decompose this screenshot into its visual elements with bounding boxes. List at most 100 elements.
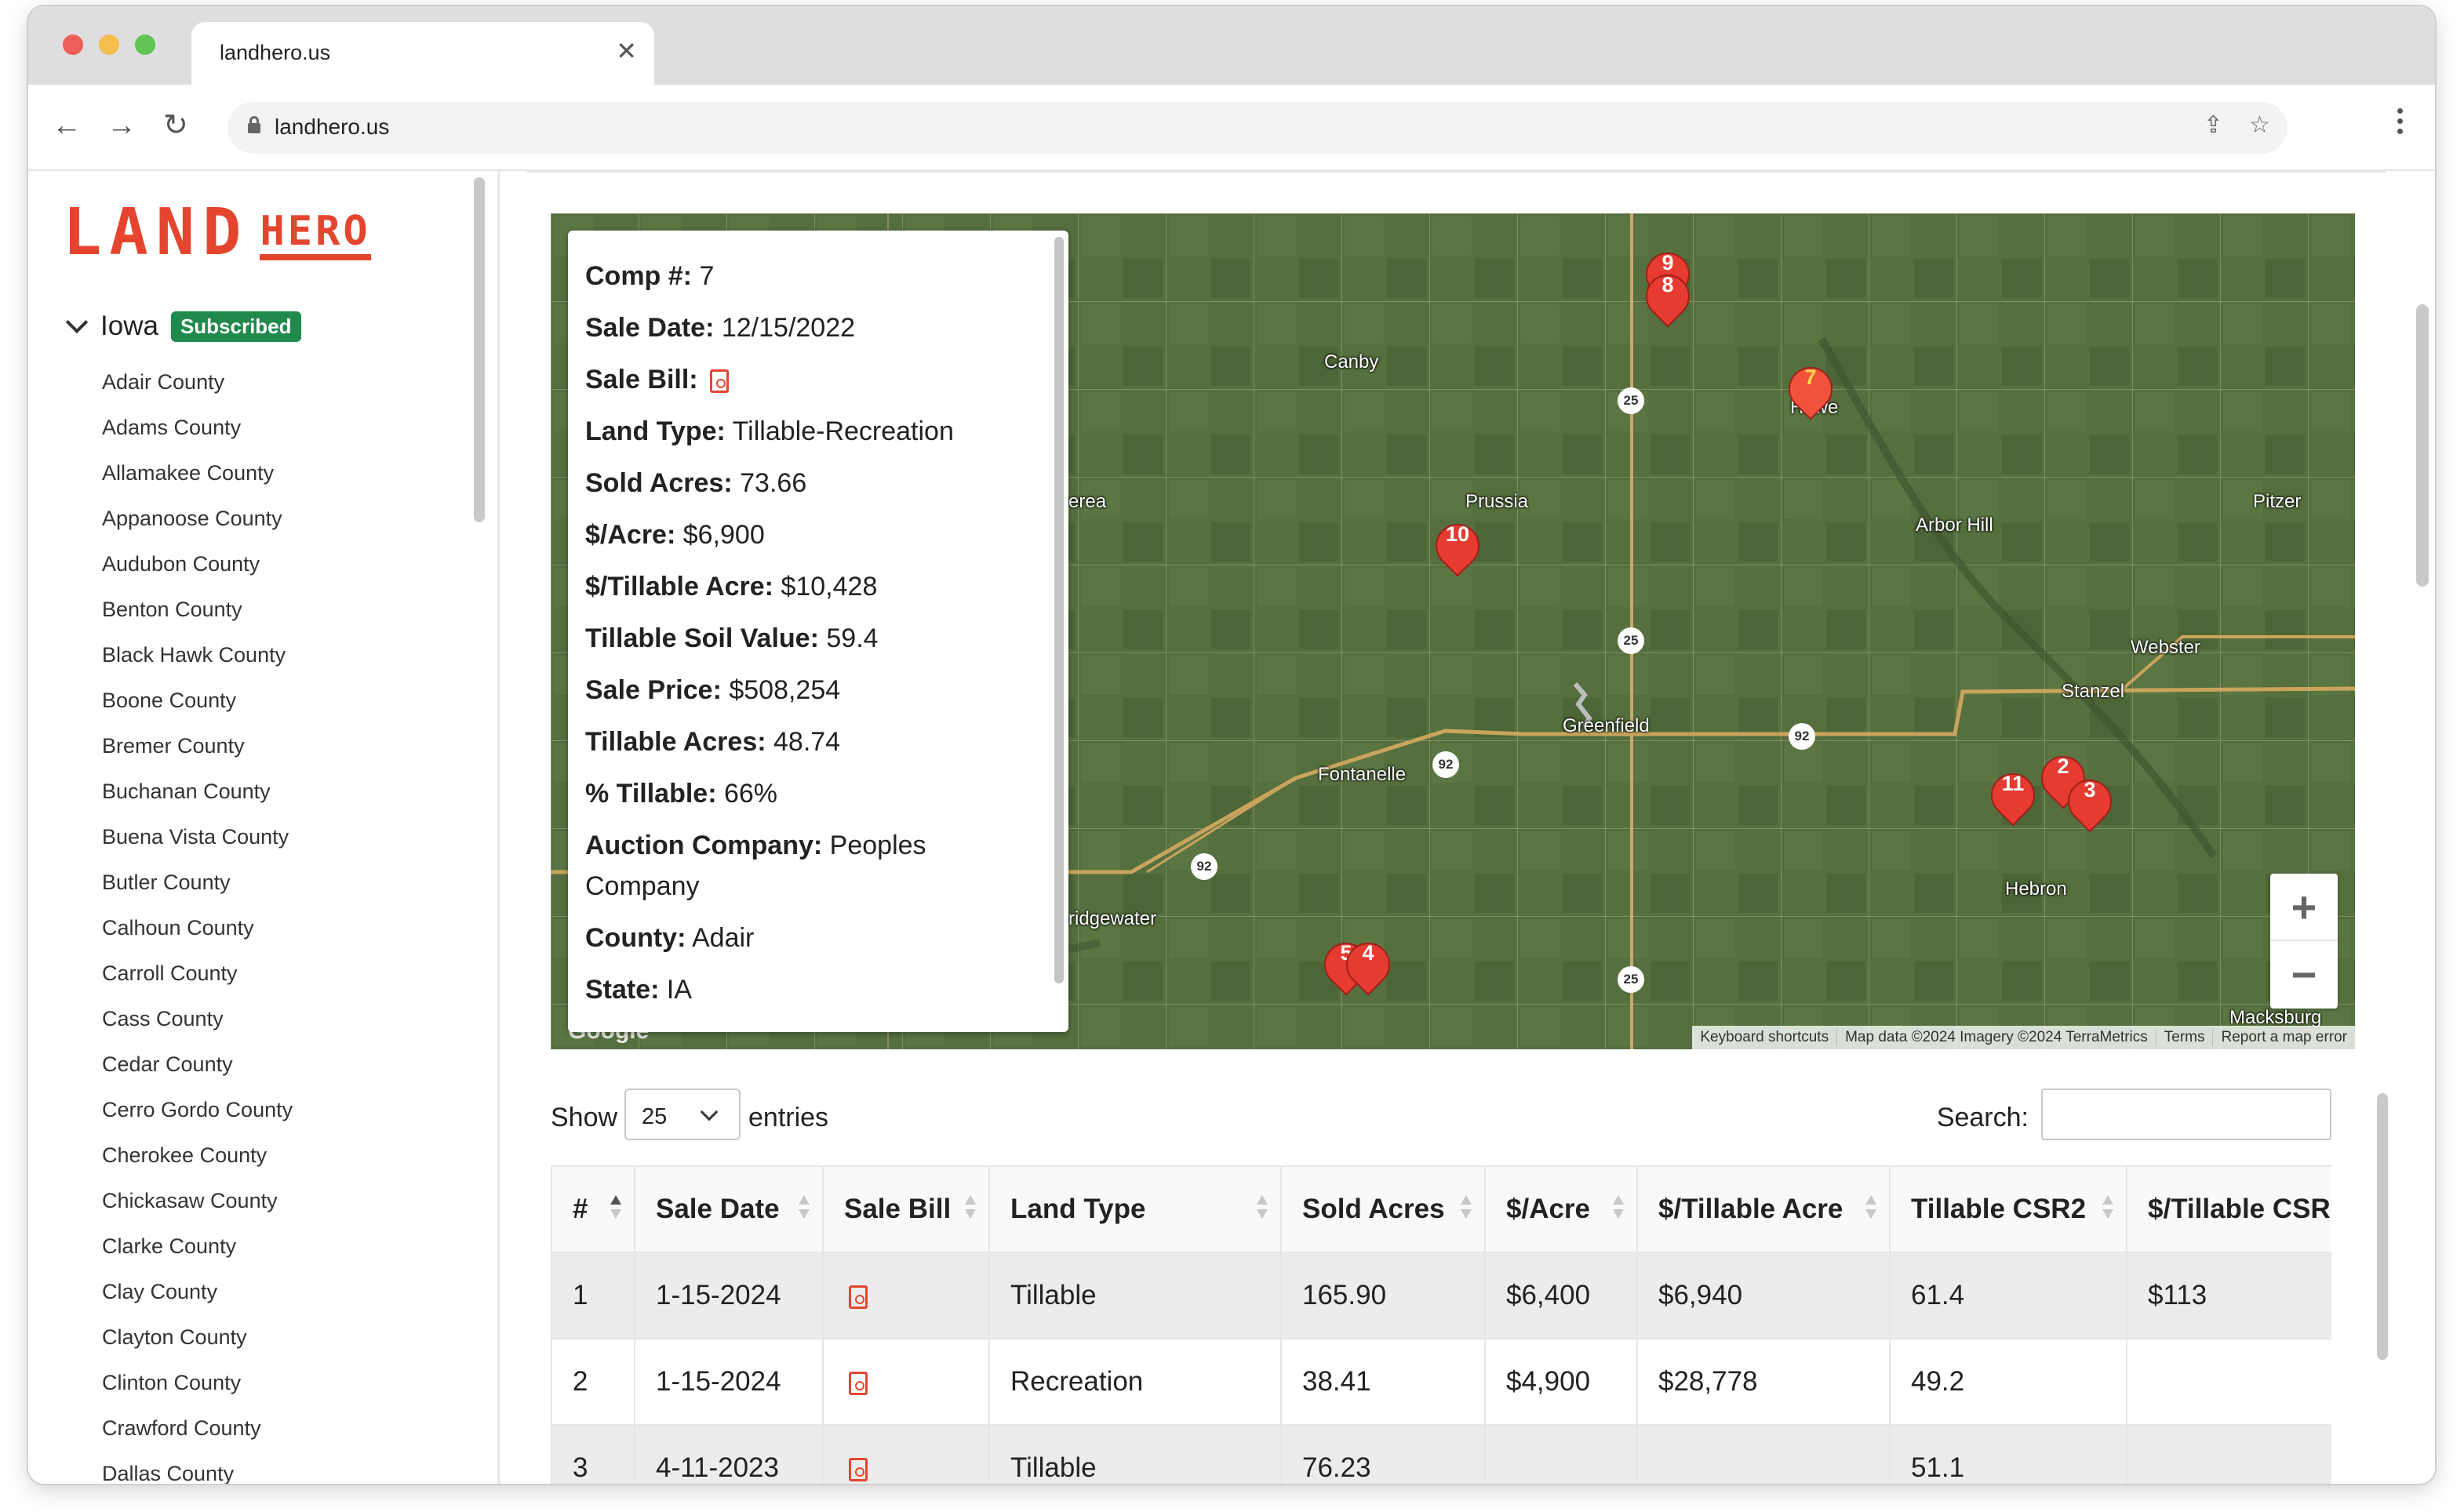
table-cell: $113	[2126, 1252, 2331, 1339]
page-scrollbar[interactable]	[2416, 304, 2429, 587]
terms-link[interactable]: Terms	[2155, 1029, 2213, 1046]
county-link[interactable]: Dallas County	[102, 1459, 293, 1484]
sort-icon	[799, 1195, 810, 1227]
chevron-down-icon	[65, 311, 89, 334]
col-header[interactable]: Sale Date	[634, 1165, 824, 1253]
browser-tab[interactable]: landhero.us ✕	[191, 22, 654, 85]
table-cell	[822, 1252, 990, 1339]
share-icon[interactable]: ⇪	[2204, 111, 2223, 139]
forward-icon[interactable]: →	[107, 110, 136, 141]
address-bar[interactable]: landhero.us ⇪ ☆	[227, 102, 2287, 154]
county-link[interactable]: Allamakee County	[102, 458, 293, 503]
county-link[interactable]: Bremer County	[102, 731, 293, 776]
table-controls: Show 25 entries Search:	[551, 1089, 2331, 1143]
county-link[interactable]: Audubon County	[102, 549, 293, 594]
site-content: LAND HERO Iowa Subscribed Adair County A…	[28, 171, 2435, 1484]
col-header[interactable]: $/Acre	[1484, 1165, 1638, 1253]
subscribed-badge: Subscribed	[170, 311, 301, 342]
route-shield: 92	[1789, 723, 1815, 750]
col-header[interactable]: $/Tillable Acre	[1636, 1165, 1891, 1253]
close-icon[interactable]: ✕	[616, 36, 637, 66]
sidebar-scrollbar[interactable]	[474, 177, 485, 522]
search-input[interactable]	[2041, 1089, 2331, 1140]
county-link[interactable]: Chickasaw County	[102, 1186, 293, 1231]
sort-icon	[1257, 1195, 1268, 1227]
county-link[interactable]: Adams County	[102, 413, 293, 458]
col-header[interactable]: $/Tillable CSR	[2126, 1165, 2331, 1253]
county-link[interactable]: Carroll County	[102, 958, 293, 1004]
info-per-acre: $/Acre: $6,900	[585, 520, 765, 550]
star-icon[interactable]: ☆	[2249, 111, 2270, 139]
table-row[interactable]: 2 1-15-2024 Recreation 38.41 $4,900 $28,…	[551, 1338, 2331, 1426]
pdf-icon[interactable]	[710, 369, 730, 394]
search-label: Search:	[1936, 1103, 2029, 1132]
county-link[interactable]: Crawford County	[102, 1413, 293, 1459]
table-cell: 165.90	[1280, 1252, 1486, 1339]
info-scrollbar[interactable]	[1054, 237, 1064, 983]
county-link[interactable]: Buchanan County	[102, 776, 293, 822]
county-link[interactable]: Calhoun County	[102, 913, 293, 958]
county-link[interactable]: Buena Vista County	[102, 822, 293, 867]
map-attribution: Keyboard shortcuts Map data ©2024 Imager…	[1692, 1026, 2355, 1049]
county-link[interactable]: Benton County	[102, 594, 293, 640]
table-cell: Recreation	[988, 1338, 1282, 1426]
maximize-window-button[interactable]	[135, 35, 155, 55]
main-panel: Canby Howe Prussia Arbor Hill Pitzer Web…	[499, 171, 2435, 1484]
browser-toolbar: ← → ↻ landhero.us ⇪ ☆	[28, 85, 2435, 171]
county-link[interactable]: Cerro Gordo County	[102, 1095, 293, 1140]
county-link[interactable]: Clayton County	[102, 1322, 293, 1368]
show-label: Show	[551, 1103, 618, 1132]
pdf-icon[interactable]	[849, 1457, 868, 1481]
page: landhero.us ✕ ← → ↻ landhero.us ⇪ ☆ LAND…	[0, 0, 2464, 1512]
info-land-type: Land Type: Tillable-Recreation	[585, 416, 954, 446]
state-toggle-iowa[interactable]: Iowa Subscribed	[65, 311, 301, 342]
county-link[interactable]: Boone County	[102, 685, 293, 731]
minimize-window-button[interactable]	[99, 35, 119, 55]
table-cell: 1	[551, 1252, 635, 1339]
county-link[interactable]: Cass County	[102, 1004, 293, 1049]
back-icon[interactable]: ←	[52, 110, 82, 141]
col-header[interactable]: Sold Acres	[1280, 1165, 1486, 1253]
pdf-icon[interactable]	[849, 1371, 868, 1395]
chevron-down-icon	[700, 1103, 719, 1121]
col-header[interactable]: #	[551, 1165, 635, 1253]
entries-select[interactable]: 25	[624, 1089, 741, 1140]
county-link[interactable]: Clarke County	[102, 1231, 293, 1277]
map-place-label: Pitzer	[2253, 491, 2302, 512]
county-link[interactable]: Adair County	[102, 367, 293, 413]
col-header[interactable]: Land Type	[988, 1165, 1282, 1253]
pdf-icon[interactable]	[849, 1285, 868, 1309]
col-header[interactable]: Tillable CSR2	[1889, 1165, 2127, 1253]
county-link[interactable]: Cedar County	[102, 1049, 293, 1095]
keyboard-shortcuts-link[interactable]: Keyboard shortcuts	[1692, 1029, 1836, 1046]
url-text[interactable]: landhero.us	[275, 114, 389, 140]
table-cell: 1-15-2024	[634, 1252, 824, 1339]
county-list: Adair County Adams County Allamakee Coun…	[102, 367, 293, 1484]
info-state: State: IA	[585, 975, 693, 1005]
county-link[interactable]: Clay County	[102, 1277, 293, 1322]
zoom-out-button[interactable]: −	[2270, 941, 2338, 1009]
county-link[interactable]: Butler County	[102, 867, 293, 913]
close-window-button[interactable]	[63, 35, 83, 55]
map[interactable]: Canby Howe Prussia Arbor Hill Pitzer Web…	[551, 213, 2355, 1049]
map-place-label: ridgewater	[1068, 908, 1157, 929]
reload-icon[interactable]: ↻	[163, 110, 188, 141]
landhero-logo[interactable]: LAND HERO	[63, 201, 371, 265]
county-link[interactable]: Clinton County	[102, 1368, 293, 1413]
county-link[interactable]: Cherokee County	[102, 1140, 293, 1186]
table-scrollbar[interactable]	[2377, 1093, 2388, 1360]
table-header-row: # Sale Date Sale Bill Land Type Sold Acr…	[551, 1165, 2331, 1253]
zoom-in-button[interactable]: +	[2270, 874, 2338, 941]
table-cell: 1-15-2024	[634, 1338, 824, 1426]
county-link[interactable]: Black Hawk County	[102, 640, 293, 685]
map-place-label: Stanzel	[2062, 681, 2125, 702]
map-place-label: erea	[1068, 491, 1107, 512]
report-error-link[interactable]: Report a map error	[2212, 1029, 2355, 1046]
table-row[interactable]: 1 1-15-2024 Tillable 165.90 $6,400 $6,94…	[551, 1252, 2331, 1339]
info-pct-tillable: % Tillable: 66%	[585, 779, 778, 809]
col-header[interactable]: Sale Bill	[822, 1165, 990, 1253]
county-link[interactable]: Appanoose County	[102, 503, 293, 549]
table-row[interactable]: 3 4-11-2023 Tillable 76.23 51.1	[551, 1424, 2331, 1484]
menu-icon[interactable]	[2396, 105, 2404, 144]
table-cell	[822, 1338, 990, 1426]
